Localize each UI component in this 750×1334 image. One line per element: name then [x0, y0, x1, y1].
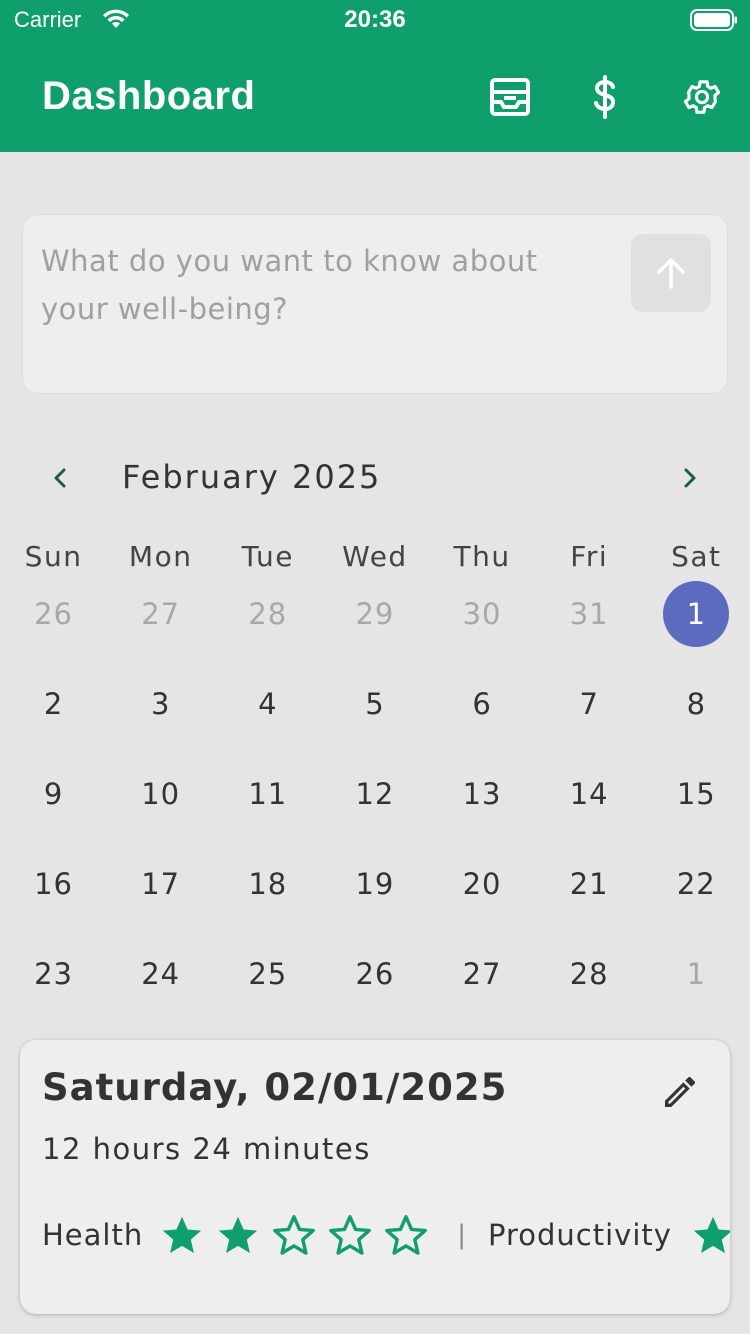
ratings-row: Health | Productivity: [42, 1212, 730, 1258]
calendar-day[interactable]: 7: [536, 659, 643, 749]
ask-input[interactable]: What do you want to know about your well…: [41, 237, 601, 333]
calendar-day[interactable]: 1: [643, 929, 750, 1019]
calendar-day[interactable]: 15: [643, 749, 750, 839]
send-button[interactable]: [631, 234, 711, 312]
calendar-day[interactable]: 20: [429, 839, 536, 929]
calendar-day-selected[interactable]: 1: [643, 569, 750, 659]
dollar-icon: [594, 75, 616, 119]
calendar-day[interactable]: 25: [214, 929, 321, 1019]
day-summary-card[interactable]: Saturday, 02/01/2025 12 hours 24 minutes…: [20, 1040, 730, 1314]
calendar-day[interactable]: 24: [107, 929, 214, 1019]
next-month-button[interactable]: [672, 460, 708, 496]
status-time: 20:36: [344, 6, 406, 33]
inbox-icon: [490, 78, 530, 116]
ask-input-box[interactable]: What do you want to know about your well…: [22, 214, 728, 394]
calendar-day[interactable]: 26: [0, 569, 107, 659]
calendar-day[interactable]: 12: [321, 749, 428, 839]
app-header: Carrier 20:36 Dashboard: [0, 0, 750, 152]
chevron-left-icon: [54, 468, 66, 488]
calendar-day[interactable]: 8: [643, 659, 750, 749]
calendar-day[interactable]: 3: [107, 659, 214, 749]
calendar-day[interactable]: 10: [107, 749, 214, 839]
star-filled-icon[interactable]: [159, 1212, 205, 1258]
star-outline-icon[interactable]: [327, 1212, 373, 1258]
calendar-grid: 26 27 28 29 30 31 1 2 3 4 5 6 7 8 9 10 1…: [0, 569, 750, 1019]
calendar-day[interactable]: 28: [536, 929, 643, 1019]
battery-icon: [690, 9, 737, 31]
calendar-week: 9 10 11 12 13 14 15: [0, 749, 750, 839]
calendar-day[interactable]: 23: [0, 929, 107, 1019]
page-title: Dashboard: [42, 74, 256, 118]
calendar-day[interactable]: 11: [214, 749, 321, 839]
calendar-day[interactable]: 26: [321, 929, 428, 1019]
star-filled-icon[interactable]: [215, 1212, 261, 1258]
calendar-day[interactable]: 17: [107, 839, 214, 929]
star-outline-icon[interactable]: [271, 1212, 317, 1258]
rating-label-productivity: Productivity: [488, 1218, 672, 1252]
sleep-duration: 12 hours 24 minutes: [42, 1132, 371, 1166]
settings-button[interactable]: [678, 73, 726, 121]
calendar-day[interactable]: 18: [214, 839, 321, 929]
calendar-day[interactable]: 30: [429, 569, 536, 659]
calendar-day[interactable]: 31: [536, 569, 643, 659]
calendar-day[interactable]: 9: [0, 749, 107, 839]
selected-day-marker: 1: [663, 581, 730, 647]
calendar-week: 26 27 28 29 30 31 1: [0, 569, 750, 659]
dollar-button[interactable]: [581, 73, 629, 121]
calendar-day[interactable]: 14: [536, 749, 643, 839]
prev-month-button[interactable]: [42, 460, 78, 496]
calendar-day[interactable]: 27: [429, 929, 536, 1019]
calendar-week: 2 3 4 5 6 7 8: [0, 659, 750, 749]
calendar-day[interactable]: 29: [321, 569, 428, 659]
calendar-day[interactable]: 4: [214, 659, 321, 749]
rating-separator: |: [457, 1220, 466, 1250]
status-bar: Carrier 20:36: [0, 0, 750, 40]
calendar-day[interactable]: 5: [321, 659, 428, 749]
rating-label-health: Health: [42, 1218, 144, 1252]
calendar-day[interactable]: 27: [107, 569, 214, 659]
calendar-week: 16 17 18 19 20 21 22: [0, 839, 750, 929]
calendar-day[interactable]: 2: [0, 659, 107, 749]
edit-button[interactable]: [658, 1070, 702, 1114]
star-outline-icon[interactable]: [383, 1212, 429, 1258]
calendar-day[interactable]: 6: [429, 659, 536, 749]
pencil-icon: [665, 1076, 695, 1107]
calendar-week: 23 24 25 26 27 28 1: [0, 929, 750, 1019]
card-date: Saturday, 02/01/2025: [42, 1066, 508, 1109]
calendar-month-label: February 2025: [122, 458, 382, 496]
arrow-up-icon: [657, 258, 685, 289]
chevron-right-icon: [684, 468, 696, 488]
calendar-day[interactable]: 21: [536, 839, 643, 929]
calendar-day[interactable]: 16: [0, 839, 107, 929]
calendar-day[interactable]: 19: [321, 839, 428, 929]
gear-icon: [683, 80, 721, 114]
calendar-header: February 2025: [0, 450, 750, 506]
calendar-day[interactable]: 28: [214, 569, 321, 659]
calendar-day[interactable]: 22: [643, 839, 750, 929]
calendar-day[interactable]: 13: [429, 749, 536, 839]
inbox-button[interactable]: [486, 73, 534, 121]
star-filled-icon[interactable]: [690, 1212, 730, 1258]
